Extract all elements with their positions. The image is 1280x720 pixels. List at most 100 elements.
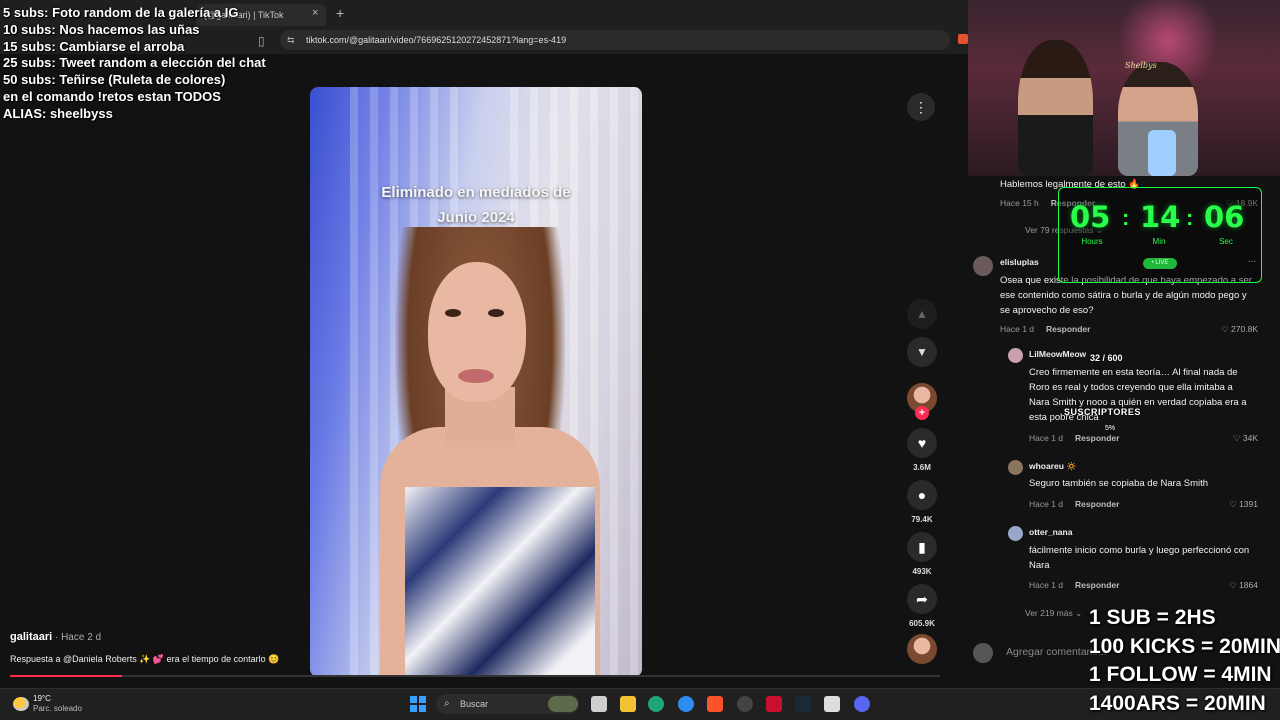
share-button[interactable]: ➦ [907,584,937,614]
goal-line: 5 subs: Foto random de la galería a IG [3,5,239,20]
like-count: 270.8K [1231,324,1258,334]
video-person-dress [405,487,595,677]
subs-goal-count: 32 / 600 [1090,353,1123,363]
comment-avatar[interactable] [973,256,993,276]
webcam-person-left [1018,40,1093,176]
comment-button[interactable]: ● [907,480,937,510]
live-badge: • LIVE [1143,258,1177,269]
reply-likes[interactable]: ♡ 34K [1198,433,1258,444]
reply-avatar[interactable] [1008,526,1023,541]
subs-goal-percent: 5% [1105,425,1116,432]
goal-line: 15 subs: Cambiarse el arroba [3,38,185,54]
app-icon[interactable] [766,696,782,712]
close-icon[interactable]: × [312,7,318,19]
like-count: 34K [1242,433,1258,443]
app-grid-icon[interactable] [824,696,840,712]
save-count: 493K [912,567,932,576]
subs-goal-label: SUSCRIPTORES [1064,407,1141,417]
timer-minutes: 14 [1140,200,1181,234]
timer-separator: : [1186,205,1194,230]
like-count: 1864 [1239,580,1258,590]
next-video-button[interactable]: ▼ [907,337,937,367]
reply-avatar[interactable] [1008,460,1023,475]
windows-taskbar [0,688,1280,720]
reply-username[interactable]: whoareu 🔅 [1029,461,1077,472]
reply-meta: Hace 1 d Responder [1029,499,1119,509]
url-bar[interactable]: tiktok.com/@galitaari/video/766962512027… [280,30,950,50]
goal-line: 10 subs: Nos hacemos las uñas [3,21,200,37]
like-button[interactable]: ♥ [907,428,937,458]
comment-meta: Hace 1 d Responder [1000,324,1090,334]
weather-temperature[interactable]: 19°C [33,694,51,703]
reply-button[interactable]: Responder [1075,580,1119,590]
goal-line: 50 subs: Teñirse (Ruleta de colores) [3,72,226,88]
windows-start-icon[interactable] [410,696,426,712]
task-view-icon[interactable] [591,696,607,712]
new-tab-button[interactable]: + [336,5,344,21]
goal-line: ALIAS: sheelbyss [3,105,113,121]
comment-likes[interactable]: ♡ 270.8K [1198,324,1258,335]
comment-icon: ● [917,487,927,503]
goal-line: en el comando !retos estan TODOS [3,88,221,104]
video-progress-track[interactable] [10,675,940,677]
video-caption-text: Eliminado en mediados de Junio 2024 [381,184,571,226]
file-explorer-icon[interactable] [620,696,636,712]
reply-username[interactable]: LilMeowMeow [1029,349,1086,359]
more-options-icon[interactable]: ⋮ [907,93,935,121]
discord-icon[interactable] [854,696,870,712]
rewards-overlay: 1 SUB = 2HS 100 KICKS = 20MIN 1 FOLLOW =… [1089,604,1280,718]
video-player[interactable]: Eliminado en mediados de Junio 2024 [310,87,642,677]
reply-likes[interactable]: ♡ 1391 [1198,499,1258,510]
brave-shield-icon[interactable] [958,34,968,44]
save-button[interactable]: ▮ [907,532,937,562]
reply-button[interactable]: Responder [1046,324,1090,334]
video-description: Respuesta a @Daniela Roberts ✨ 💕 era el … [10,654,280,664]
brave-icon[interactable] [707,696,723,712]
reply-time: Hace 1 d [1029,433,1064,443]
reply-button[interactable]: Responder [1075,433,1119,443]
timer-seconds: 06 [1204,200,1245,234]
previous-video-button[interactable]: ▲ [907,299,937,329]
video-person-lips [458,369,494,383]
timer-separator: : [1122,205,1130,230]
search-icon: ⌕ [444,698,450,709]
author-name: galitaari [10,631,53,643]
url-text: tiktok.com/@galitaari/video/766962512027… [306,35,567,45]
share-icon: ➦ [916,591,928,607]
comment-username[interactable]: elisluplas [1000,257,1039,267]
author-time: · Hace 2 d [52,632,102,643]
heart-icon: ♥ [917,435,927,451]
reward-line: 1 FOLLOW = 4MIN [1089,663,1272,686]
reward-line: 1 SUB = 2HS [1089,606,1216,629]
reply-avatar[interactable] [1008,348,1023,363]
music-avatar[interactable] [907,634,937,664]
reply-text: Seguro también se copiaba de Nara Smith [1029,478,1209,489]
timer-hours: 05 [1070,200,1111,234]
search-highlight-icon[interactable] [548,696,578,712]
follow-button[interactable]: + [915,406,929,420]
timer-seconds-label: Sec [1219,237,1233,246]
steam-icon[interactable] [795,696,811,712]
reply-text: fácilmente inicio como burla y luego per… [1029,545,1250,571]
site-info-icon[interactable]: ⇆ [287,35,295,46]
reply-username[interactable]: otter_nana [1029,527,1072,537]
timer-hours-label: Hours [1081,237,1103,246]
reply-meta: Hace 1 d Responder [1029,433,1119,443]
comment-count: 79.4K [911,515,933,524]
reward-line: 1400ARS = 20MIN [1089,691,1266,715]
cam-logo-text: Shelbys [1125,61,1157,70]
video-person-eye [445,309,461,317]
video-author[interactable]: galitaari · Hace 2 d [10,631,101,643]
obs-icon[interactable] [737,696,753,712]
goal-line: 25 subs: Tweet random a elección del cha… [3,55,266,71]
edge-icon[interactable] [678,696,694,712]
reply-button[interactable]: Responder [1075,499,1119,509]
bookmark-icon: ▮ [918,539,926,555]
webcam-overlay [968,0,1280,176]
weather-description[interactable]: Parc. soleado [33,704,82,713]
view-more-replies-button[interactable]: Ver 219 más ⌄ [1025,608,1082,619]
edge-dev-icon[interactable] [648,696,664,712]
weather-icon[interactable] [13,697,29,711]
reply-meta: Hace 1 d Responder [1029,580,1119,590]
reply-likes[interactable]: ♡ 1864 [1198,580,1258,591]
